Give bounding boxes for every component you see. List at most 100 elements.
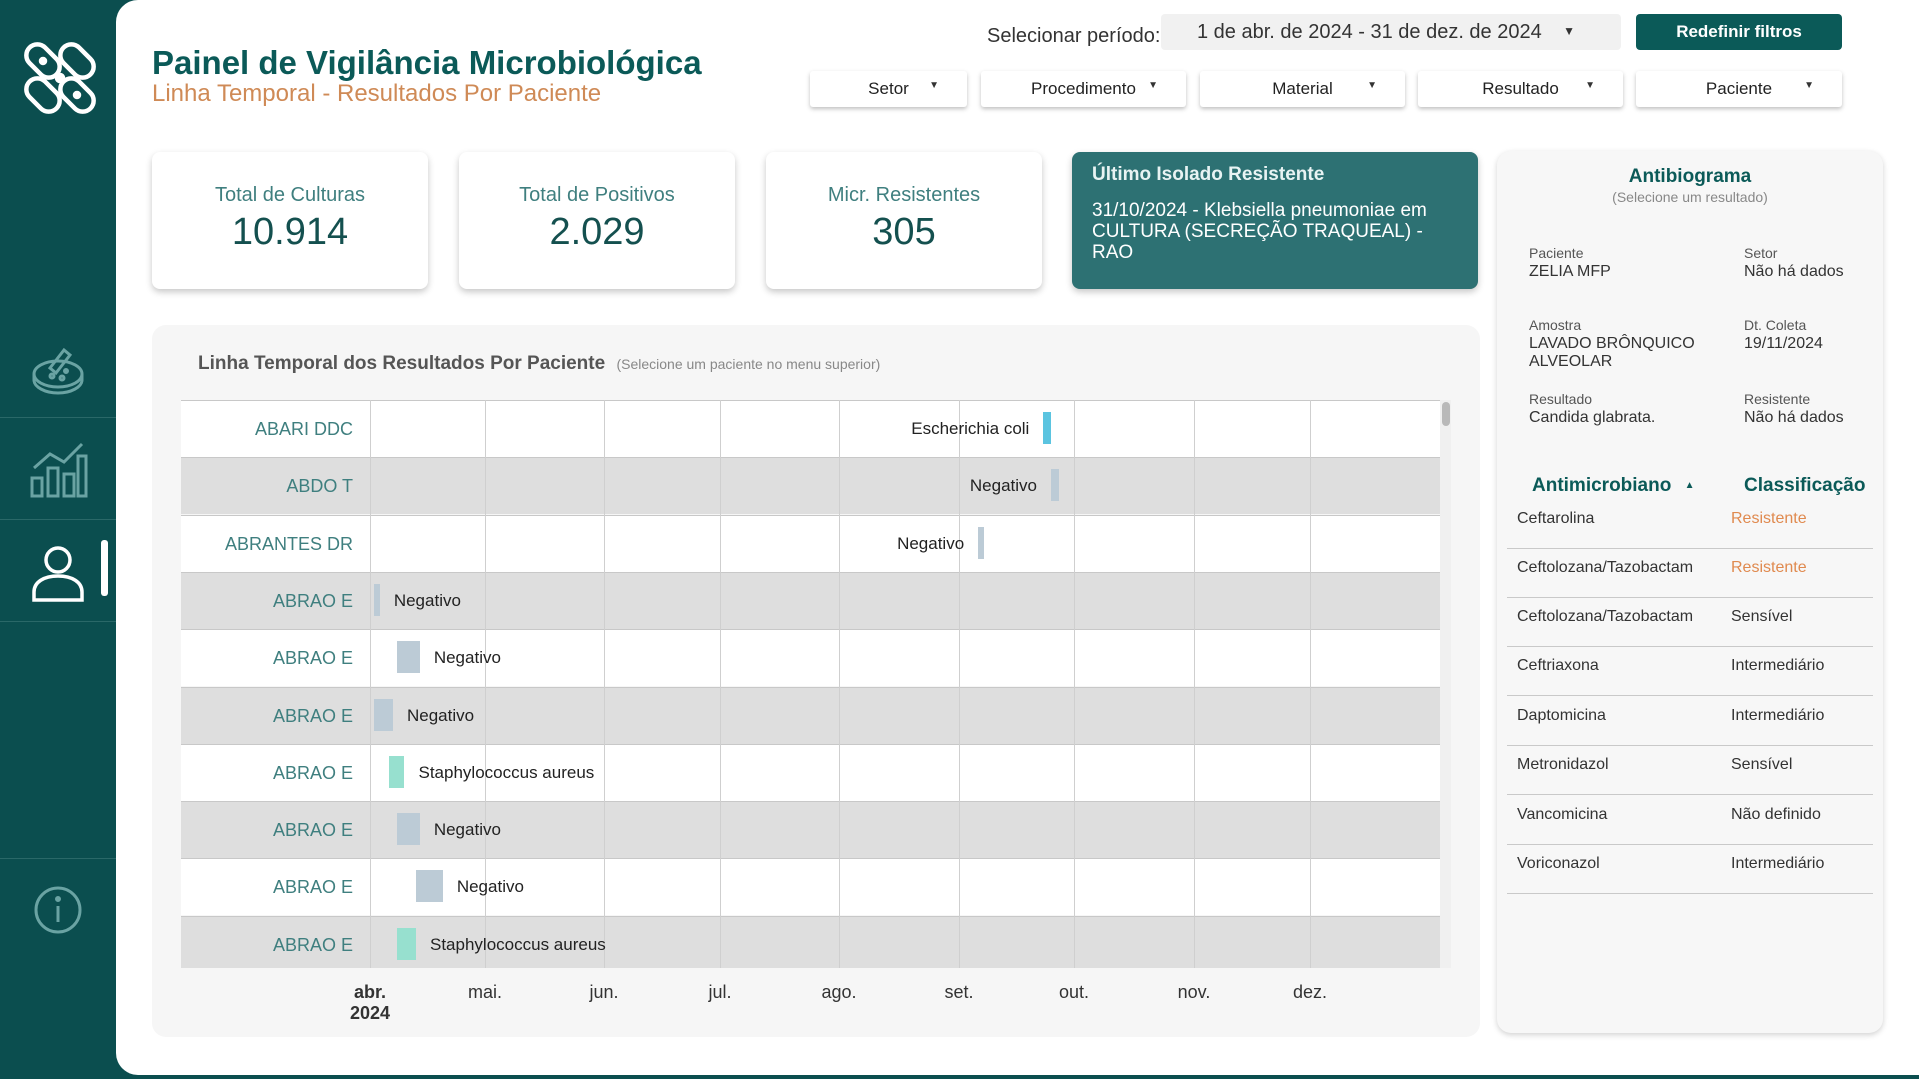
result-bar[interactable] <box>373 583 380 616</box>
result-bar[interactable] <box>389 755 405 788</box>
filter-material[interactable]: Material ▼ <box>1200 71 1405 107</box>
nav-info[interactable] <box>0 858 116 960</box>
result-bar[interactable] <box>396 927 416 960</box>
kpi-micr-resistentes: Micr. Resistentes 305 <box>766 152 1042 289</box>
result-bar[interactable] <box>396 641 420 674</box>
classification-value: Resistente <box>1731 559 1807 576</box>
classification-value: Intermediário <box>1731 707 1825 724</box>
filter-paciente[interactable]: Paciente ▼ <box>1636 71 1842 107</box>
antimicrobial-name: Ceftolozana/Tazobactam <box>1517 608 1694 625</box>
active-nav-indicator <box>101 540 108 596</box>
classification-value: Intermediário <box>1731 855 1825 872</box>
timeline-title: Linha Temporal dos Resultados Por Pacien… <box>198 353 880 375</box>
antimicrobial-name: Ceftriaxona <box>1517 657 1599 674</box>
result-label: Negativo <box>456 877 524 897</box>
antibiogram-row[interactable]: Ceftolozana/Tazobactam Resistente <box>1507 549 1873 598</box>
antimicrobial-name: Daptomicina <box>1517 707 1606 724</box>
nav-patient[interactable] <box>0 522 116 622</box>
result-bar[interactable] <box>396 813 420 846</box>
grid-line <box>1194 400 1195 968</box>
antibiogram-row[interactable]: Ceftolozana/Tazobactam Sensível <box>1507 598 1873 647</box>
bacteria-icon[interactable] <box>18 36 102 120</box>
antimicrobial-name: Metronidazol <box>1517 756 1609 773</box>
grid-line <box>720 400 721 968</box>
filter-procedimento[interactable]: Procedimento ▼ <box>981 71 1186 107</box>
period-selector[interactable]: 1 de abr. de 2024 - 31 de dez. de 2024 ▼ <box>1161 14 1621 50</box>
grid-line <box>1310 400 1311 968</box>
card-text: 31/10/2024 - Klebsiella pneumoniae em CU… <box>1092 200 1427 263</box>
result-label: Staphylococcus aureus <box>430 934 606 954</box>
kpi-label: Micr. Resistentes <box>827 184 981 206</box>
x-tick-label: jul. <box>708 982 732 1002</box>
result-bar[interactable] <box>1051 469 1059 502</box>
kpi-value: 10.914 <box>231 211 349 253</box>
grid-line <box>959 400 960 968</box>
result-bar[interactable] <box>373 698 393 731</box>
kpi-total-positivos: Total de Positivos 2.029 <box>459 152 735 289</box>
antibiogram-row[interactable]: Ceftriaxona Intermediário <box>1507 647 1873 696</box>
result-bar[interactable] <box>1043 412 1051 444</box>
filter-setor[interactable]: Setor ▼ <box>810 71 967 107</box>
last-resistant-isolate-card: Último Isolado Resistente 31/10/2024 - K… <box>1072 152 1478 289</box>
scrollbar-thumb[interactable] <box>1442 402 1450 426</box>
x-tick-label: mai. <box>467 982 502 1002</box>
antibiogram-row[interactable]: Daptomicina Intermediário <box>1507 697 1873 746</box>
patient-label: ABRAO E <box>272 762 353 783</box>
antibiogram-row[interactable]: Metronidazol Sensível <box>1507 746 1873 795</box>
grid-line <box>370 400 371 968</box>
field-value: ZELIA MFP <box>1529 263 1611 280</box>
patient-label: ABARI DDC <box>254 419 353 439</box>
result-label: Staphylococcus aureus <box>418 762 595 782</box>
filter-resultado[interactable]: Resultado ▼ <box>1418 71 1623 107</box>
x-tick-label: ago. <box>821 982 857 1002</box>
result-bar[interactable] <box>416 870 443 903</box>
result-bar[interactable] <box>978 526 985 559</box>
patient-label: ABRAO E <box>272 705 353 726</box>
reset-filters-button[interactable]: Redefinir filtros <box>1636 14 1842 50</box>
caret-down-icon: ▼ <box>1563 24 1575 38</box>
card-title: Último Isolado Resistente <box>1092 164 1325 185</box>
patient-label: ABRAO E <box>272 934 353 955</box>
field-key: Resultado <box>1529 391 1593 407</box>
antimicrobial-name: Vancomicina <box>1517 806 1608 823</box>
timeline-title-text: Linha Temporal dos Resultados Por Pacien… <box>198 353 606 374</box>
field-key: Paciente <box>1529 245 1584 261</box>
page-subtitle: Linha Temporal - Resultados Por Paciente <box>152 80 602 107</box>
column-header-classificacao[interactable]: Classificação <box>1744 475 1865 497</box>
scrollbar-track[interactable] <box>1440 400 1451 968</box>
field-value: Não há dados <box>1744 263 1844 280</box>
antibiogram-row[interactable]: Vancomicina Não definido <box>1507 796 1873 845</box>
classification-value: Sensível <box>1731 756 1793 773</box>
antibiogram-subtitle: (Selecione um resultado) <box>1612 189 1768 205</box>
nav-charts[interactable] <box>0 420 116 520</box>
column-header-antimicrobiano[interactable]: Antimicrobiano ▲ <box>1532 475 1695 497</box>
x-tick-label: nov. <box>1177 982 1211 1002</box>
page-title: Painel de Vigilância Microbiológica <box>152 44 702 81</box>
filter-label: Setor <box>868 79 909 98</box>
patient-label: ABRAO E <box>272 590 353 611</box>
patient-label: ABRAO E <box>272 877 353 898</box>
patient-label: ABRANTES DR <box>224 533 353 554</box>
grid-line <box>604 400 605 968</box>
kpi-value: 2.029 <box>549 211 645 253</box>
classification-value: Resistente <box>1731 510 1807 527</box>
result-label: Negativo <box>433 648 501 668</box>
result-label: Escherichia coli <box>911 419 1030 438</box>
timeline-chart: ABARI DDC ABDO T ABRANTES DR ABRAO E ABRAO E… <box>181 400 1451 968</box>
x-tick-label: abr. <box>353 982 387 1002</box>
patient-label: ABDO T <box>286 476 353 497</box>
field-value: 19/11/2024 <box>1744 335 1823 352</box>
antimicrobial-name: Ceftarolina <box>1517 510 1595 527</box>
antibiogram-panel: Antibiograma (Selecione um resultado) Pa… <box>1497 151 1883 1033</box>
caret-down-icon: ▼ <box>1804 80 1814 91</box>
antimicrobial-name: Ceftolozana/Tazobactam <box>1517 559 1694 576</box>
classification-value: Não definido <box>1731 806 1821 823</box>
result-label: Negativo <box>969 476 1037 496</box>
sidebar <box>0 0 116 1079</box>
antibiogram-row[interactable]: Ceftarolina Resistente <box>1507 500 1873 549</box>
field-key: Resistente <box>1744 391 1811 407</box>
antibiogram-row[interactable]: Voriconazol Intermediário <box>1507 845 1873 894</box>
x-tick-label: out. <box>1058 982 1090 1002</box>
nav-petri-dish[interactable] <box>0 318 116 418</box>
chart-icon <box>30 442 88 497</box>
